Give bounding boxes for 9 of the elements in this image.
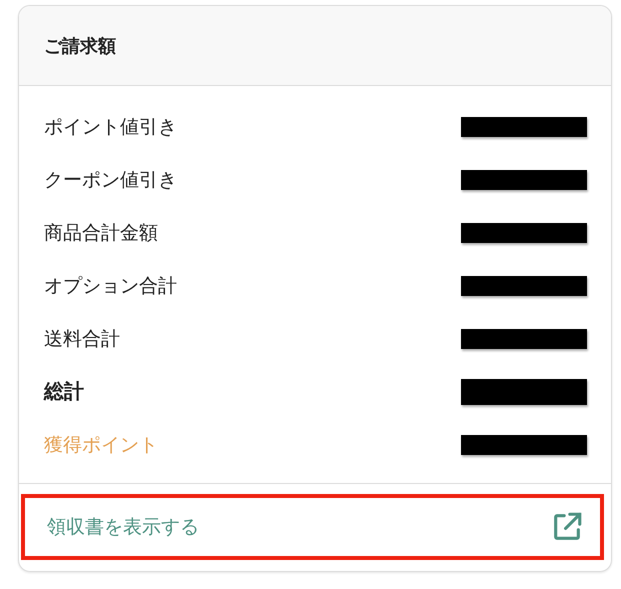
row-label: 獲得ポイント	[44, 432, 158, 458]
row-label: 商品合計金額	[44, 220, 158, 246]
card-title: ご請求額	[44, 34, 116, 58]
receipt-link[interactable]: 領収書を表示する	[21, 494, 604, 560]
row-label: 総計	[44, 378, 84, 405]
row-label: ポイント値引き	[44, 114, 177, 140]
row-label: クーポン値引き	[44, 168, 177, 192]
row-label: 送料合計	[44, 326, 120, 352]
row-label: オプション合計	[44, 274, 177, 298]
